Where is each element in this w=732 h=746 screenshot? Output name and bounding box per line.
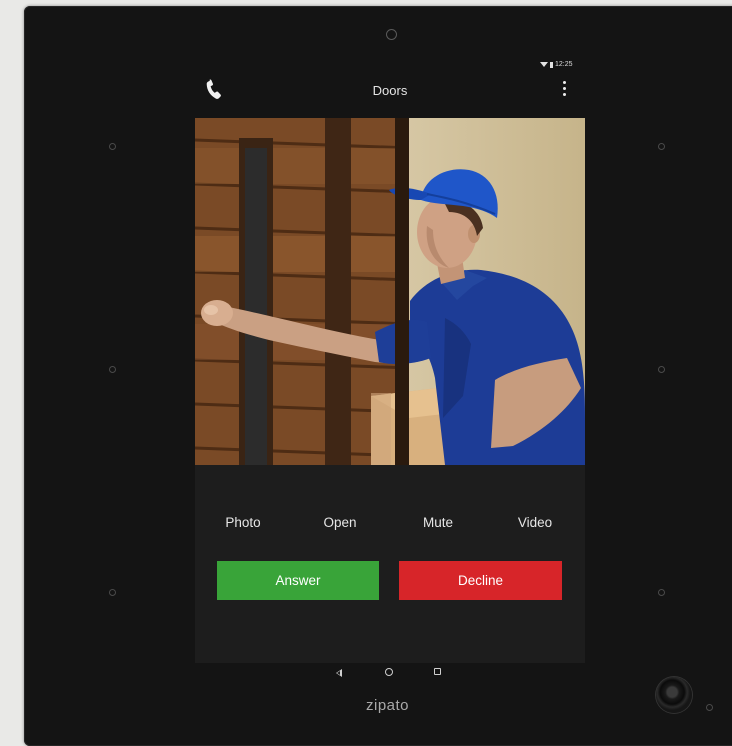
action-row: Photo Open Mute Video (195, 515, 585, 535)
video-action[interactable]: Video (495, 515, 575, 530)
system-nav-bar (195, 663, 585, 685)
home-icon[interactable] (385, 668, 393, 676)
front-camera-icon (386, 29, 397, 40)
app-header: Doors (195, 74, 585, 106)
back-icon[interactable] (336, 669, 342, 677)
page-title: Doors (372, 83, 408, 98)
bezel-button-icon (109, 589, 116, 596)
decline-button[interactable]: Decline (399, 561, 562, 600)
open-action[interactable]: Open (300, 515, 380, 530)
answer-button[interactable]: Answer (217, 561, 379, 600)
photo-action[interactable]: Photo (203, 515, 283, 530)
mute-action[interactable]: Mute (398, 515, 478, 530)
call-control-panel: Photo Open Mute Video Answer Decline (195, 465, 585, 663)
bezel-button-icon (658, 143, 665, 150)
camera-feed (195, 118, 585, 465)
battery-icon (550, 61, 553, 68)
bezel-button-icon (109, 143, 116, 150)
status-time: 12:25 (555, 61, 573, 68)
status-bar: 12:25 (540, 61, 573, 68)
bezel-button-icon (658, 366, 665, 373)
wifi-icon (540, 62, 548, 67)
more-vertical-icon[interactable] (560, 81, 568, 99)
brand-logo: zipato (365, 697, 410, 714)
bezel-button-icon (109, 366, 116, 373)
bezel-button-icon (658, 589, 665, 596)
recent-apps-icon[interactable] (434, 668, 441, 675)
